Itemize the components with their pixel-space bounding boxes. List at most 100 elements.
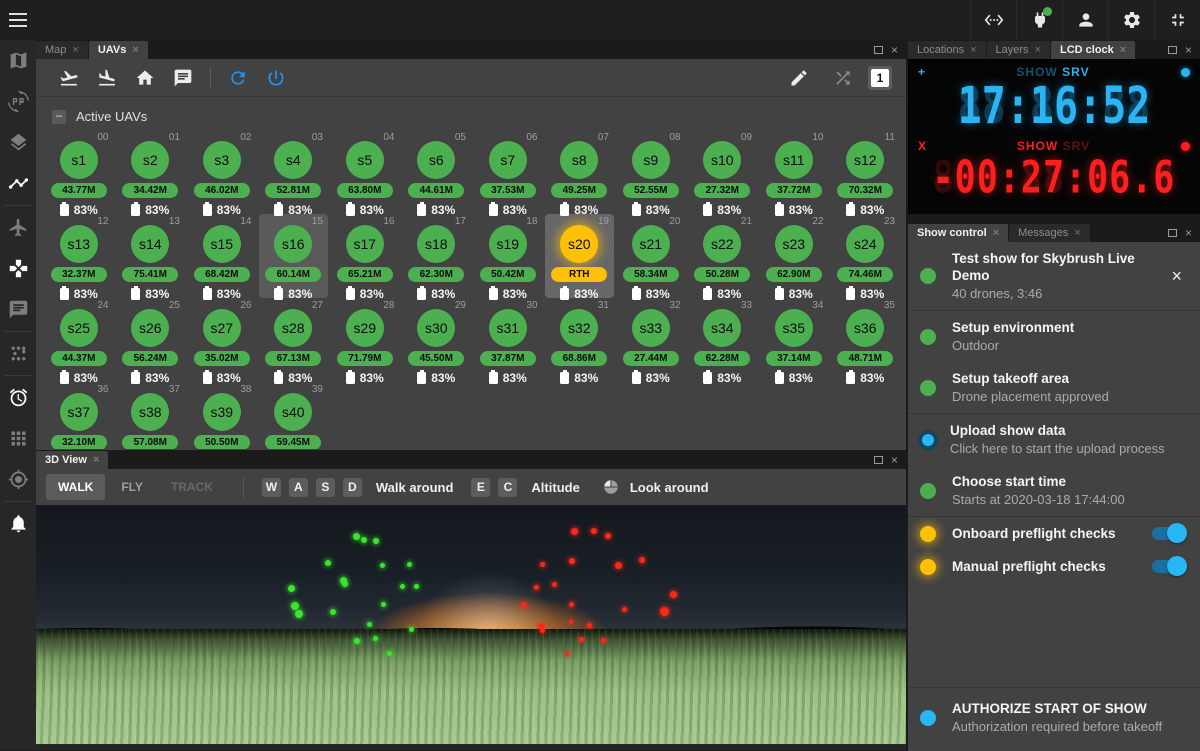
selection-count-chip[interactable]: 1 [868,66,892,90]
sidebar-item-airplane[interactable] [0,207,36,248]
preflight-toggle[interactable] [1152,560,1184,573]
tab-close-icon[interactable]: × [72,44,78,56]
uav-cell-s27[interactable]: 26s2735.02M83% [187,298,257,382]
uav-cell-s20[interactable]: 19s20RTH83% [545,214,615,298]
tab-close-icon[interactable]: × [970,44,976,56]
close-show-icon[interactable]: × [1165,266,1188,287]
show-control-item-1[interactable]: Test show for Skybrush Live Demo40 drone… [908,242,1200,310]
uav-cell-s15[interactable]: 14s1568.42M83% [187,214,257,298]
showcontrol-tab-messages[interactable]: Messages× [1009,224,1090,242]
mode-button-walk[interactable]: WALK [46,474,105,500]
uav-cell-s21[interactable]: 20s2158.34M83% [616,214,686,298]
uav-cell-s26[interactable]: 25s2656.24M83% [116,298,186,382]
uav-cell-s7[interactable]: 06s737.53M83% [473,130,543,214]
uav-cell-s13[interactable]: 12s1332.37M83% [44,214,114,298]
sidebar-item-gps-target[interactable] [0,459,36,500]
collapse-section-button[interactable]: – [52,110,66,124]
uav-cell-s40[interactable]: 39s4059.45M83% [259,382,329,449]
uav-cell-s24[interactable]: 23s2474.46M83% [831,214,901,298]
view3d-tab-3d-view[interactable]: 3D View× [36,451,108,469]
authorize-start-button[interactable]: AUTHORIZE START OF SHOWAuthorization req… [908,688,1200,751]
showcontrol-tab-show-control[interactable]: Show control× [908,224,1008,242]
tab-close-icon[interactable]: × [993,227,999,239]
fullscreen-exit-icon[interactable] [1154,0,1200,40]
tab-close-icon[interactable]: × [132,44,138,56]
maximize-panel-icon[interactable] [874,46,883,54]
uav-cell-s37[interactable]: 36s3732.10M83% [44,382,114,449]
uav-cell-s29[interactable]: 28s2971.79M83% [330,298,400,382]
show-control-item-7[interactable]: Manual preflight checks [908,550,1200,583]
show-control-item-5[interactable]: Choose start timeStarts at 2020-03-18 17… [908,465,1200,516]
uav-cell-s32[interactable]: 31s3268.86M83% [545,298,615,382]
user-icon[interactable] [1062,0,1108,40]
code-icon[interactable] [970,0,1016,40]
close-panel-icon[interactable]: × [891,44,898,56]
uav-cell-s33[interactable]: 32s3327.44M83% [616,298,686,382]
uav-cell-s3[interactable]: 02s346.02M83% [187,130,257,214]
land-button[interactable] [88,63,126,93]
uav-cell-s14[interactable]: 13s1475.41M83% [116,214,186,298]
uav-cell-s36[interactable]: 35s3648.71M83% [831,298,901,382]
uav-cell-s5[interactable]: 04s563.80M83% [330,130,400,214]
uav-cell-s22[interactable]: 21s2250.28M83% [688,214,758,298]
uav-cell-s19[interactable]: 18s1950.42M83% [473,214,543,298]
close-panel-icon[interactable]: × [1185,44,1192,56]
uavs-tab-uavs[interactable]: UAVs× [89,41,148,59]
sidebar-item-rotation-3d[interactable] [0,81,36,122]
edit-button[interactable] [780,63,818,93]
takeoff-button[interactable] [50,63,88,93]
uav-cell-s2[interactable]: 01s234.42M83% [116,130,186,214]
uav-cell-s1[interactable]: 00s143.77M83% [44,130,114,214]
show-control-item-6[interactable]: Onboard preflight checks [908,517,1200,550]
right-tab-locations[interactable]: Locations× [908,41,986,59]
sidebar-item-swarm-dots[interactable] [0,333,36,374]
uav-cell-s31[interactable]: 30s3137.87M83% [473,298,543,382]
right-tab-layers[interactable]: Layers× [987,41,1050,59]
power-button[interactable] [257,63,295,93]
settings-icon[interactable] [1108,0,1154,40]
uav-cell-s10[interactable]: 09s1027.32M83% [688,130,758,214]
uav-cell-s18[interactable]: 17s1862.30M83% [402,214,472,298]
tab-close-icon[interactable]: × [1035,44,1041,56]
maximize-panel-icon[interactable] [1168,229,1177,237]
hamburger-menu-icon[interactable] [0,0,36,40]
uav-cell-s9[interactable]: 08s952.55M83% [616,130,686,214]
uav-cell-s23[interactable]: 22s2362.90M83% [759,214,829,298]
uav-cell-s25[interactable]: 24s2544.37M83% [44,298,114,382]
tab-close-icon[interactable]: × [1074,227,1080,239]
maximize-panel-icon[interactable] [874,456,883,464]
shuffle-button[interactable] [824,63,862,93]
close-panel-icon[interactable]: × [1185,227,1192,239]
uavs-tab-map[interactable]: Map× [36,41,88,59]
sidebar-item-chat[interactable] [0,289,36,330]
show-control-item-4[interactable]: Upload show dataClick here to start the … [908,414,1200,465]
uav-cell-s39[interactable]: 38s3950.50M83% [187,382,257,449]
uav-cell-s35[interactable]: 34s3537.14M83% [759,298,829,382]
mode-button-fly[interactable]: FLY [109,474,155,500]
uav-cell-s34[interactable]: 33s3462.28M83% [688,298,758,382]
uav-cell-s38[interactable]: 37s3857.08M83% [116,382,186,449]
show-control-item-3[interactable]: Setup takeoff areaDrone placement approv… [908,362,1200,413]
message-button[interactable] [164,63,202,93]
uav-cell-s4[interactable]: 03s452.81M83% [259,130,329,214]
uav-cell-s11[interactable]: 10s1137.72M83% [759,130,829,214]
uav-cell-s16[interactable]: 15s1660.14M83% [259,214,329,298]
maximize-panel-icon[interactable] [1168,46,1177,54]
preflight-toggle[interactable] [1152,527,1184,540]
close-panel-icon[interactable]: × [891,454,898,466]
uav-cell-s30[interactable]: 29s3045.50M83% [402,298,472,382]
scene-3d-viewport[interactable] [36,505,906,744]
uav-cell-s6[interactable]: 05s644.61M83% [402,130,472,214]
sidebar-item-layers[interactable] [0,122,36,163]
sidebar-item-timeline[interactable] [0,163,36,204]
uav-cell-s28[interactable]: 27s2867.13M83% [259,298,329,382]
uav-cell-s17[interactable]: 16s1765.21M83% [330,214,400,298]
sidebar-item-map[interactable] [0,40,36,81]
uav-cell-s12[interactable]: 11s1270.32M83% [831,130,901,214]
tab-close-icon[interactable]: × [93,454,99,466]
tab-close-icon[interactable]: × [1120,44,1126,56]
sidebar-item-alarm-clock[interactable] [0,377,36,418]
plug-icon[interactable] [1016,0,1062,40]
sidebar-item-bell[interactable] [0,503,36,544]
refresh-button[interactable] [219,63,257,93]
